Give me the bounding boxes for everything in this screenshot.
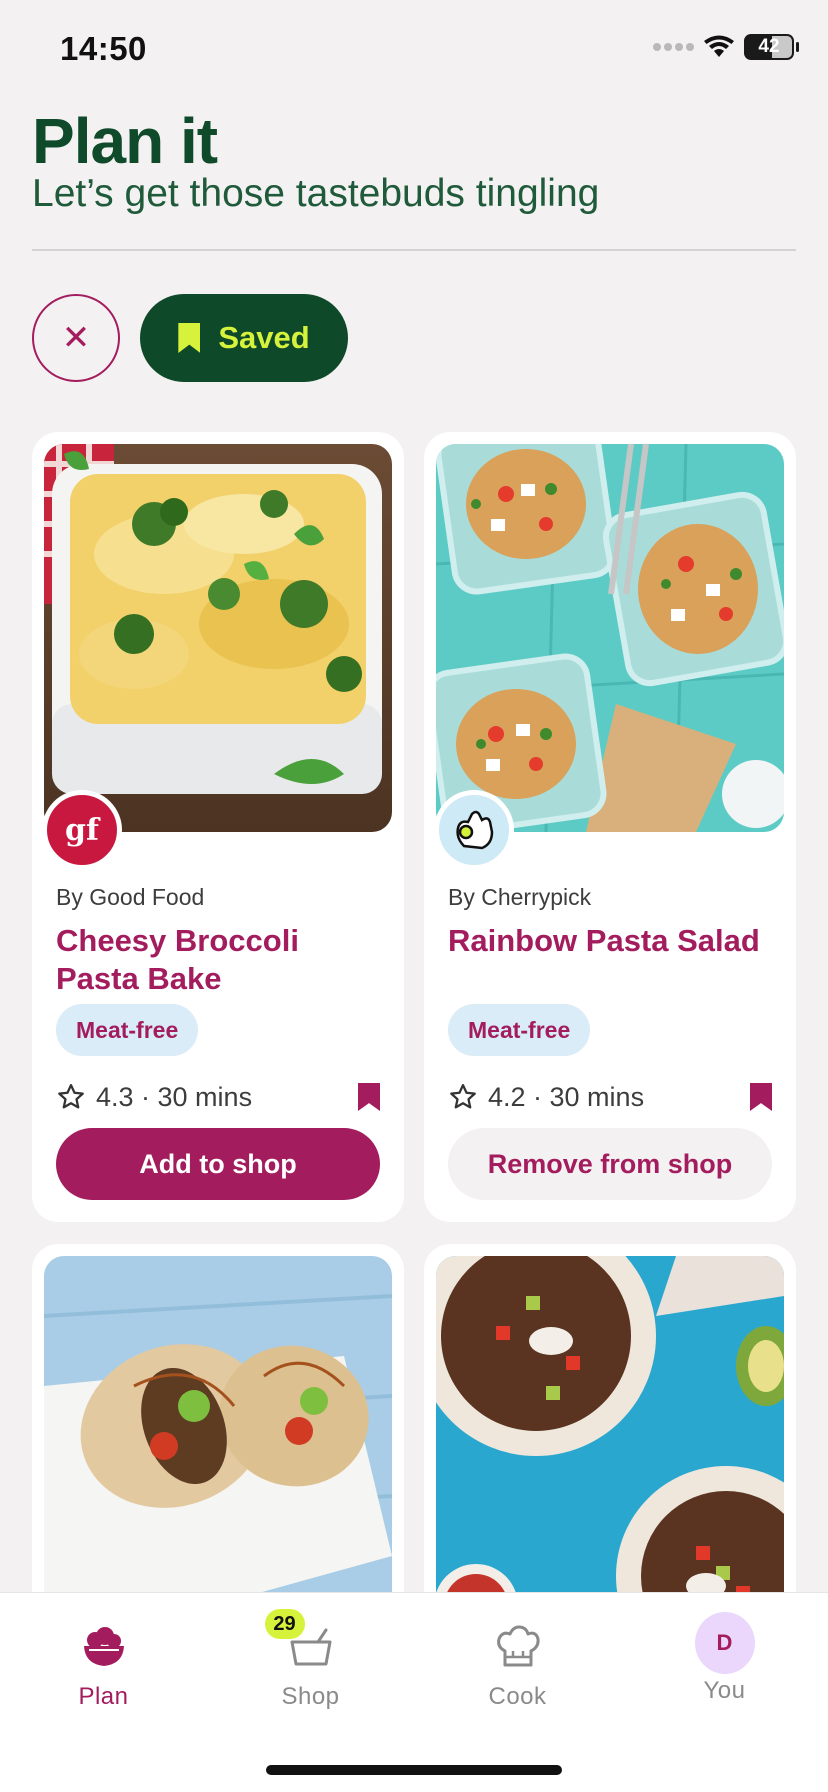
recipe-meta-row: 4.3 · 30 mins [56,1080,380,1114]
tab-you[interactable]: D You [621,1593,828,1733]
home-indicator [266,1765,562,1775]
tab-shop[interactable]: 29 Shop [207,1593,414,1733]
tab-plan[interactable]: Plan [0,1593,207,1733]
header-divider [32,249,796,251]
plan-bowl-icon [74,1619,134,1675]
close-icon: ✕ [61,319,91,357]
recipe-image-pasta-salad [436,444,784,832]
recipe-title[interactable]: Rainbow Pasta Salad [448,922,768,960]
dietary-tag: Meat-free [56,1004,199,1056]
bookmark-icon [178,323,201,353]
tab-cook[interactable]: Cook [414,1593,621,1733]
bookmark-saved-icon[interactable] [750,1083,772,1111]
status-time: 14:50 [60,30,147,67]
recipe-card[interactable]: gf By Good Food Cheesy Broccoli Pasta Ba… [32,432,404,1222]
tab-label: Cook [488,1683,547,1710]
status-icons: 42 [653,34,799,60]
recipe-title[interactable]: Cheesy Broccoli Pasta Bake [56,922,376,998]
recipe-source: By Good Food [56,884,205,910]
battery-icon: 42 [744,34,799,60]
recipe-card[interactable] [32,1244,404,1644]
page-subtitle: Let’s get those tastebuds tingling [32,172,600,215]
cherrypick-logo [434,790,514,870]
status-bar: 14:50 42 [0,0,828,100]
avatar-initial: D [694,1612,755,1674]
dietary-tag: Meat-free [448,1004,591,1056]
cart-count-badge: 29 [264,1609,305,1639]
clear-filters-button[interactable]: ✕ [32,294,120,382]
remove-from-shop-button[interactable]: Remove from shop [448,1128,772,1200]
recipe-meta-row: 4.2 · 30 mins [448,1080,772,1114]
basket-icon: 29 [264,1609,341,1675]
tab-label: You [703,1677,746,1704]
wifi-icon [704,35,734,57]
tab-label: Plan [78,1683,129,1710]
recipe-card[interactable]: By Cherrypick Rainbow Pasta Salad Meat-f… [424,432,796,1222]
recipe-card[interactable] [424,1244,796,1644]
bottom-tab-bar: Plan 29 Shop Cook D You [0,1592,828,1792]
good-food-logo: gf [42,790,122,870]
star-icon [58,1084,84,1109]
battery-level: 42 [758,36,780,57]
recipe-source: By Cherrypick [448,884,592,910]
tab-label: Shop [281,1683,340,1710]
recipe-image-wraps [44,1256,392,1644]
recipe-image-rice-bowls [436,1256,784,1644]
page-title: Plan it [32,105,218,177]
profile-avatar: D [694,1611,755,1675]
rating-and-time: 4.3 · 30 mins [96,1081,253,1112]
cellular-signal-icon [653,43,694,51]
saved-filter-chip[interactable]: Saved [140,294,348,382]
rating-and-time: 4.2 · 30 mins [488,1081,645,1112]
star-icon [450,1084,476,1109]
chef-hat-icon [488,1619,548,1675]
logo-text: gf [65,812,99,848]
ok-hand-icon [456,810,494,850]
add-to-shop-button[interactable]: Add to shop [56,1128,380,1200]
bookmark-saved-icon[interactable] [358,1083,380,1111]
saved-filter-label: Saved [218,320,310,355]
recipe-image-pasta-bake [44,444,392,832]
